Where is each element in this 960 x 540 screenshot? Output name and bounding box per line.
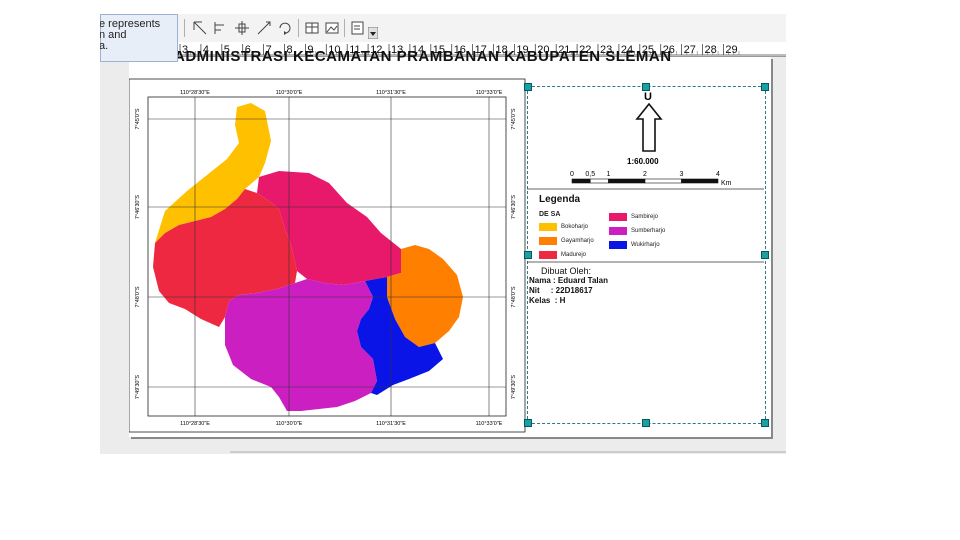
legend-swatch	[609, 227, 627, 235]
grid-label-left: 7°48'0"S	[135, 286, 141, 307]
toolbar-dropdown-icon[interactable]	[367, 26, 379, 40]
grid-label-bottom: 110°31'30"E	[376, 421, 406, 427]
legend-swatch	[539, 237, 557, 245]
legend-label: Madurejo	[561, 252, 587, 258]
edit-vertices-icon[interactable]	[256, 20, 272, 36]
layout-page: ADMINISTRASI KECAMATAN PRAMBANAN KABUPAT…	[129, 48, 771, 437]
region-sumberharjo	[225, 279, 377, 411]
layout-editor-window: e represents n and a. 3 4 5 6 7 8 9 10 11 12 13 14 1…	[100, 14, 786, 454]
author-nit: Nit : 22D18617	[529, 286, 593, 295]
selection-handle[interactable]	[524, 83, 532, 91]
legend-group-label: DE SA	[539, 211, 561, 218]
grid-label-right: 7°49'30"S	[511, 375, 517, 399]
grid-label-bottom: 110°33'0"E	[476, 421, 503, 427]
layout-toolbar	[100, 14, 786, 42]
author-name: Nama : Eduard Talan	[529, 276, 608, 285]
rotate-icon[interactable]	[276, 20, 292, 36]
toolbar-separator	[298, 19, 299, 37]
legend-label: Bokoharjo	[561, 224, 589, 230]
scale-ratio: 1:60.000	[627, 157, 659, 166]
legend-swatch	[609, 213, 627, 221]
grid-label-left: 7°46'30"S	[135, 195, 141, 219]
legend-label: Wukirharjo	[631, 242, 660, 248]
table-icon[interactable]	[304, 20, 320, 36]
toolbar-separator	[344, 19, 345, 37]
toolbar-separator	[184, 19, 185, 37]
grid-label-right: 7°48'0"S	[511, 286, 517, 307]
properties-icon[interactable]	[350, 20, 366, 36]
grid-label-top: 110°28'30"E	[180, 90, 210, 96]
grid-label-top: 110°31'30"E	[376, 90, 406, 96]
tooltip-line: n and	[100, 29, 127, 41]
pan-icon[interactable]	[234, 20, 250, 36]
legend-label: Gayamharjo	[561, 238, 594, 244]
grid-label-top: 110°30'0"E	[276, 90, 303, 96]
legend-swatch	[609, 241, 627, 249]
selection-handle[interactable]	[761, 251, 769, 259]
selection-handle[interactable]	[642, 83, 650, 91]
align-icon[interactable]	[212, 20, 228, 36]
layout-workarea: ADMINISTRASI KECAMATAN PRAMBANAN KABUPAT…	[100, 48, 786, 454]
legend-label: Sumberharjo	[631, 228, 666, 234]
status-bar-line	[230, 451, 786, 453]
grid-label-bottom: 110°30'0"E	[276, 421, 303, 427]
author-heading: Dibuat Oleh:	[541, 266, 592, 276]
selection-handle[interactable]	[761, 419, 769, 427]
legend-title: Legenda	[539, 194, 581, 205]
select-elements-icon[interactable]	[192, 20, 208, 36]
legend-label: Sambirejo	[631, 214, 659, 220]
selection-handle[interactable]	[642, 419, 650, 427]
grid-label-left: 7°45'0"S	[135, 108, 141, 129]
image-icon[interactable]	[324, 20, 340, 36]
grid-label-right: 7°46'30"S	[511, 195, 517, 219]
grid-label-right: 7°45'0"S	[511, 108, 517, 129]
legend-swatch	[539, 223, 557, 231]
legend-swatch	[539, 251, 557, 259]
grid-label-top: 110°33'0"E	[476, 90, 503, 96]
grid-label-bottom: 110°28'30"E	[180, 421, 210, 427]
grid-label-left: 7°49'30"S	[135, 375, 141, 399]
selection-handle[interactable]	[761, 83, 769, 91]
north-letter: U	[644, 91, 652, 103]
author-kelas: Kelas : H	[529, 296, 566, 305]
selection-handle[interactable]	[524, 419, 532, 427]
selection-handle[interactable]	[524, 251, 532, 259]
tooltip: e represents n and a.	[100, 14, 178, 62]
tooltip-line: a.	[100, 40, 109, 52]
